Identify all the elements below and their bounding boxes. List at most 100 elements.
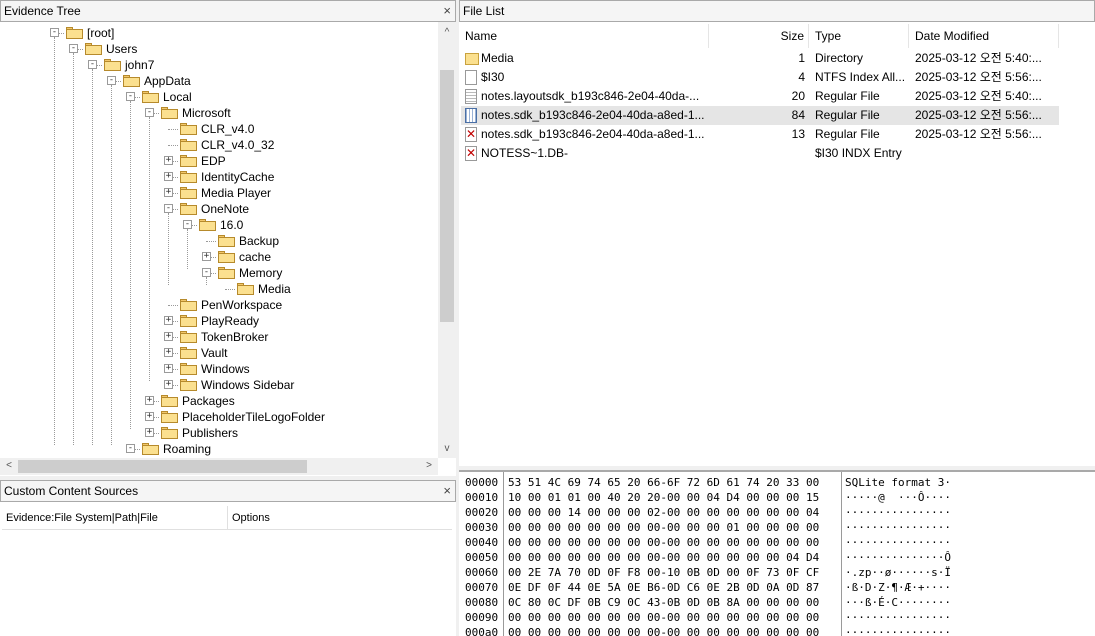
tree-node-label[interactable]: Media [258, 281, 291, 297]
collapse-icon[interactable]: - [183, 220, 192, 229]
collapse-icon[interactable]: - [145, 108, 154, 117]
collapse-icon[interactable]: - [202, 268, 211, 277]
hex-ascii[interactable]: ···ß·É·C········ [845, 595, 951, 610]
expand-icon[interactable]: + [145, 396, 154, 405]
hex-ascii[interactable]: ················ [845, 505, 951, 520]
hex-ascii[interactable]: ·····@ ···Ô···· [845, 490, 951, 505]
scroll-up-icon[interactable]: ^ [440, 26, 454, 40]
vertical-scrollbar[interactable]: ^ v [438, 22, 456, 458]
column-header-name[interactable]: Name [459, 24, 709, 48]
hex-ascii[interactable]: ················ [845, 535, 951, 550]
tree-node[interactable]: + Vault [0, 345, 438, 361]
tree-node-label[interactable]: Windows [201, 361, 250, 377]
tree-node-label[interactable]: CLR_v4.0 [201, 121, 254, 137]
tree-node-label[interactable]: Microsoft [182, 105, 231, 121]
column-header-date-modified[interactable]: Date Modified [909, 24, 1059, 48]
hex-bytes[interactable]: 00 2E 7A 70 0D 0F F8 00-10 0B 0D 00 0F 7… [508, 565, 819, 580]
file-row[interactable]: notes.layoutsdk_b193c846-2e04-40da-... 20… [461, 87, 1059, 106]
hex-bytes[interactable]: 53 51 4C 69 74 65 20 66-6F 72 6D 61 74 2… [508, 475, 819, 490]
hex-bytes[interactable]: 0C 80 0C DF 0B C9 0C 43-0B 0D 0B 8A 00 0… [508, 595, 819, 610]
close-icon[interactable]: × [443, 3, 451, 19]
tree-node[interactable]: CLR_v4.0_32 [0, 137, 438, 153]
tree-node-label[interactable]: Roaming [163, 441, 211, 457]
tree-node-label[interactable]: IdentityCache [201, 169, 274, 185]
tree-node[interactable]: - OneNote [0, 201, 438, 217]
hex-offset[interactable]: 00060 [465, 565, 503, 580]
tree-node[interactable]: - Local [0, 89, 438, 105]
hex-bytes[interactable]: 00 00 00 14 00 00 00 02-00 00 00 00 00 0… [508, 505, 819, 520]
tree-node[interactable]: - Microsoft [0, 105, 438, 121]
scroll-left-icon[interactable]: < [2, 459, 16, 473]
hex-ascii[interactable]: ················ [845, 520, 951, 535]
hex-offset[interactable]: 00090 [465, 610, 503, 625]
tree-node-label[interactable]: Vault [201, 345, 227, 361]
tree-node[interactable]: + PlayReady [0, 313, 438, 329]
tree-node[interactable]: Backup [0, 233, 438, 249]
tree-node[interactable]: CLR_v4.0 [0, 121, 438, 137]
tree-node[interactable]: + cache [0, 249, 438, 265]
column-header-options[interactable]: Options [228, 506, 452, 530]
hex-bytes[interactable]: 00 00 00 00 00 00 00 00-00 00 00 00 00 0… [508, 550, 819, 565]
tree-node-label[interactable]: Media Player [201, 185, 271, 201]
tree-node-label[interactable]: PlaceholderTileLogoFolder [182, 409, 325, 425]
tree-node-label[interactable]: Local [163, 89, 192, 105]
tree-node[interactable]: + IdentityCache [0, 169, 438, 185]
file-row[interactable]: Media 1 Directory 2025-03-12 오전 5:40:... [461, 49, 1059, 68]
scrollbar-thumb[interactable] [440, 70, 454, 322]
tree-node-label[interactable]: [root] [87, 25, 114, 41]
collapse-icon[interactable]: - [126, 92, 135, 101]
tree-node-label[interactable]: CLR_v4.0_32 [201, 137, 274, 153]
file-row[interactable]: notes.sdk_b193c846-2e04-40da-a8ed-1... 84… [461, 106, 1059, 125]
horizontal-scrollbar[interactable]: < > [0, 458, 438, 475]
hex-bytes[interactable]: 10 00 01 01 00 40 20 20-00 00 04 D4 00 0… [508, 490, 819, 505]
tree-node[interactable]: + Packages [0, 393, 438, 409]
hex-bytes[interactable]: 00 00 00 00 00 00 00 00-00 00 00 00 00 0… [508, 625, 819, 636]
file-row[interactable]: $I30 4 NTFS Index All... 2025-03-12 오전 5:56… [461, 68, 1059, 87]
scrollbar-thumb[interactable] [18, 460, 307, 473]
hex-offset[interactable]: 00040 [465, 535, 503, 550]
close-icon[interactable]: × [443, 483, 451, 499]
tree-node[interactable]: - AppData [0, 73, 438, 89]
tree-node[interactable]: + Media Player [0, 185, 438, 201]
expand-icon[interactable]: + [145, 428, 154, 437]
tree-node[interactable]: + TokenBroker [0, 329, 438, 345]
column-header-type[interactable]: Type [809, 24, 909, 48]
scroll-down-icon[interactable]: v [440, 442, 454, 456]
hex-offset[interactable]: 000a0 [465, 625, 503, 636]
tree-node-label[interactable]: Users [106, 41, 137, 57]
tree-node[interactable]: - Roaming [0, 441, 438, 457]
tree-node[interactable]: + Windows Sidebar [0, 377, 438, 393]
tree-node-label[interactable]: cache [239, 249, 271, 265]
collapse-icon[interactable]: - [126, 444, 135, 453]
expand-icon[interactable]: + [145, 412, 154, 421]
tree-node-label[interactable]: PenWorkspace [201, 297, 282, 313]
file-row[interactable]: ✕ notes.sdk_b193c846-2e04-40da-a8ed-1... 1… [461, 125, 1059, 144]
expand-icon[interactable]: + [164, 188, 173, 197]
collapse-icon[interactable]: - [164, 204, 173, 213]
scroll-right-icon[interactable]: > [422, 459, 436, 473]
tree-node-label[interactable]: 16.0 [220, 217, 243, 233]
hex-ascii[interactable]: ·ß·D·Z·¶·Æ·+···· [845, 580, 951, 595]
hex-bytes[interactable]: 00 00 00 00 00 00 00 00-00 00 00 01 00 0… [508, 520, 819, 535]
tree-node-label[interactable]: EDP [201, 153, 226, 169]
hex-bytes[interactable]: 0E DF 0F 44 0E 5A 0E B6-0D C6 0E 2B 0D 0… [508, 580, 819, 595]
hex-offset[interactable]: 00020 [465, 505, 503, 520]
hex-bytes[interactable]: 00 00 00 00 00 00 00 00-00 00 00 00 00 0… [508, 535, 819, 550]
expand-icon[interactable]: + [164, 380, 173, 389]
tree-node[interactable]: - 16.0 [0, 217, 438, 233]
tree-node-label[interactable]: john7 [125, 57, 154, 73]
tree-node[interactable]: - [root] [0, 25, 438, 41]
hex-offset[interactable]: 00000 [465, 475, 503, 490]
tree-node[interactable]: + PlaceholderTileLogoFolder [0, 409, 438, 425]
file-row[interactable]: ✕ NOTESS~1.DB- $I30 INDX Entry [461, 144, 1059, 163]
hex-offset[interactable]: 00010 [465, 490, 503, 505]
hex-bytes[interactable]: 00 00 00 00 00 00 00 00-00 00 00 00 00 0… [508, 610, 819, 625]
tree-node[interactable]: + Publishers [0, 425, 438, 441]
tree-node-label[interactable]: PlayReady [201, 313, 259, 329]
expand-icon[interactable]: + [164, 316, 173, 325]
hex-ascii[interactable]: SQLite format 3· [845, 475, 951, 490]
tree-node[interactable]: + EDP [0, 153, 438, 169]
tree-node[interactable]: - Memory [0, 265, 438, 281]
expand-icon[interactable]: + [164, 348, 173, 357]
expand-icon[interactable]: + [202, 252, 211, 261]
